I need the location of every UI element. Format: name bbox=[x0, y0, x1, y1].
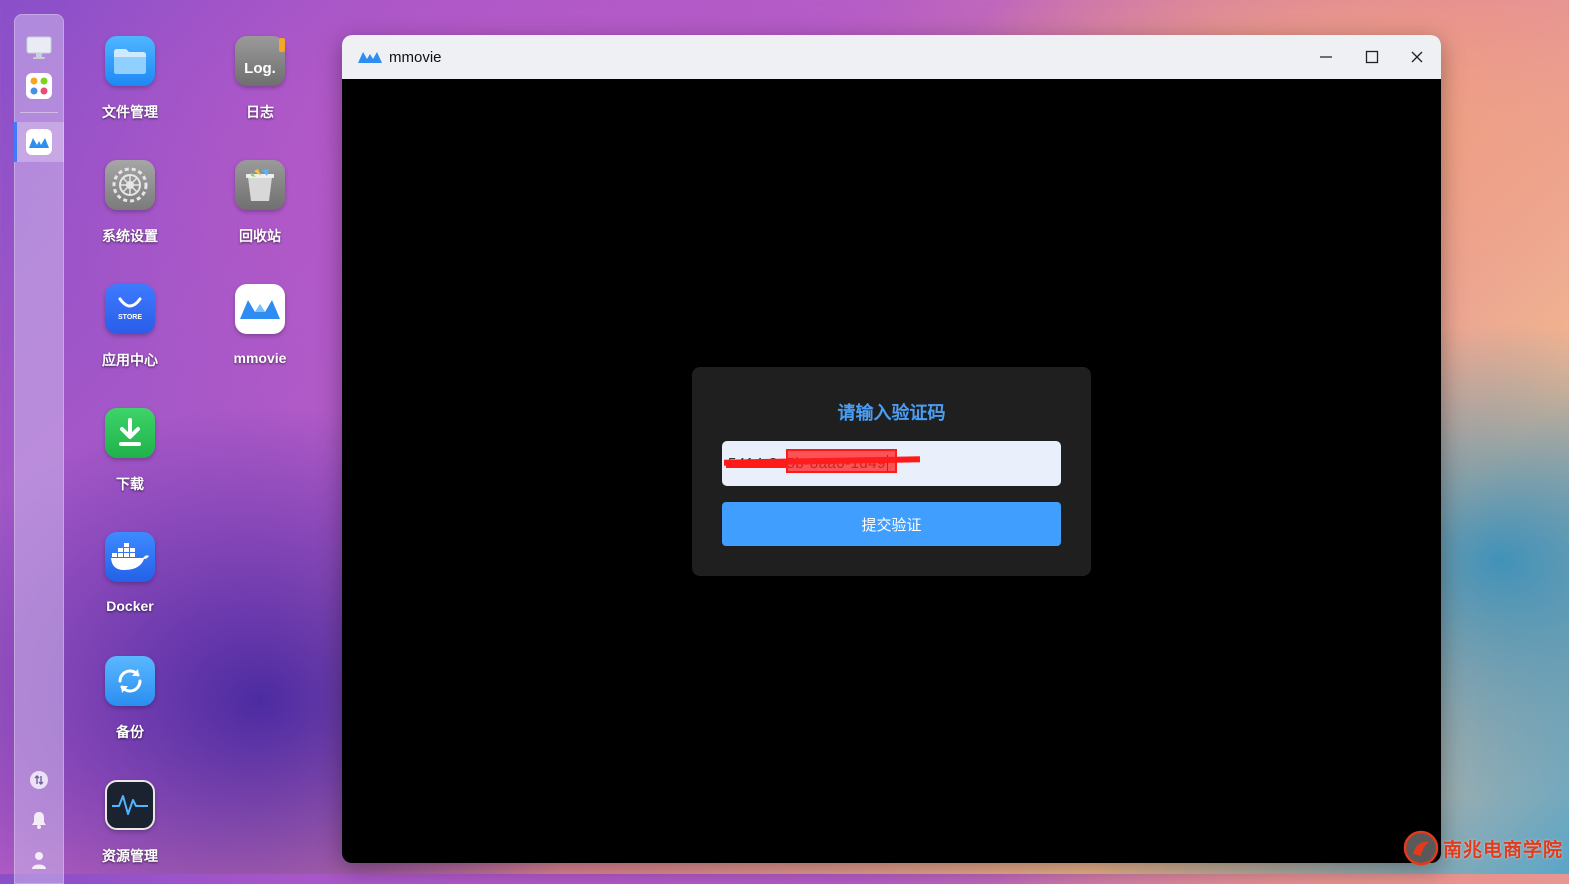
mmovie-logo-icon bbox=[358, 50, 382, 64]
window-title: mmovie bbox=[389, 48, 442, 66]
mmovie-icon bbox=[235, 284, 285, 334]
desktop-icon-label: 备份 bbox=[116, 724, 144, 740]
desktop-icon-label: 资源管理 bbox=[102, 848, 158, 864]
user-icon[interactable] bbox=[23, 844, 55, 876]
dialog-title: 请输入验证码 bbox=[837, 403, 946, 423]
backup-icon bbox=[105, 656, 155, 706]
app-grid-icon[interactable] bbox=[23, 70, 55, 102]
download-icon bbox=[105, 408, 155, 458]
maximize-icon bbox=[1365, 50, 1379, 64]
watermark-logo-icon bbox=[1403, 830, 1439, 866]
desktop-icon-mmovie[interactable]: mmovie bbox=[210, 284, 310, 366]
submit-verification-button[interactable]: 提交验证 bbox=[722, 502, 1061, 546]
desktop-icon-settings[interactable]: 系统设置 bbox=[80, 160, 180, 246]
redaction-box bbox=[786, 449, 897, 473]
desktop-icon-label: 系统设置 bbox=[102, 228, 158, 244]
settings-gear-icon bbox=[105, 160, 155, 210]
desktop-icon-recycle-bin[interactable]: 回收站 bbox=[210, 160, 310, 246]
desktop-icon-label: 日志 bbox=[246, 104, 274, 120]
log-tab-mark bbox=[279, 38, 285, 52]
redaction-mark bbox=[726, 463, 786, 468]
monitor-icon[interactable] bbox=[23, 32, 55, 64]
log-icon: Log. bbox=[235, 36, 285, 86]
bell-icon[interactable] bbox=[23, 804, 55, 836]
desktop-icon-file-manager[interactable]: 文件管理 bbox=[80, 36, 180, 122]
desktop-icon-log[interactable]: Log. 日志 bbox=[210, 36, 310, 122]
desktop-icon-resource-monitor[interactable]: 资源管理 bbox=[80, 780, 180, 866]
desktop-icon-label: 文件管理 bbox=[102, 104, 158, 120]
app-store-icon-text: STORE bbox=[118, 314, 142, 321]
desktop-icon-app-center[interactable]: STORE 应用中心 bbox=[80, 284, 180, 370]
app-store-icon: STORE bbox=[105, 284, 155, 334]
desktop-icon-label: mmovie bbox=[233, 350, 287, 366]
desktop-icon-docker[interactable]: Docker bbox=[80, 532, 180, 614]
resource-monitor-icon bbox=[105, 780, 155, 830]
window-titlebar[interactable]: mmovie bbox=[342, 35, 1441, 79]
close-button[interactable] bbox=[1395, 35, 1439, 79]
transfer-icon[interactable] bbox=[23, 764, 55, 796]
close-icon bbox=[1411, 51, 1423, 63]
desktop-icon-label: 回收站 bbox=[239, 228, 281, 244]
log-icon-text: Log. bbox=[244, 59, 276, 77]
verification-code-input[interactable]: 5414-8e5b-8aa0-1d49 bbox=[722, 441, 1061, 486]
recycle-bin-icon bbox=[235, 160, 285, 210]
watermark: 南兆电商学院 bbox=[1403, 830, 1563, 866]
desktop-icon-label: 应用中心 bbox=[102, 352, 158, 368]
desktop-icon-download[interactable]: 下载 bbox=[80, 408, 180, 494]
desktop-icon-label: 下载 bbox=[116, 476, 144, 492]
verification-dialog: 请输入验证码 5414-8e5b-8aa0-1d49 提交验证 bbox=[692, 367, 1091, 576]
dock-active-indicator bbox=[14, 122, 17, 162]
desktop-icon-label: Docker bbox=[106, 598, 154, 614]
watermark-text: 南兆电商学院 bbox=[1442, 838, 1563, 861]
dock bbox=[14, 14, 64, 884]
minimize-icon bbox=[1320, 56, 1332, 58]
mmovie-dock-icon[interactable] bbox=[23, 126, 55, 158]
minimize-button[interactable] bbox=[1304, 35, 1348, 79]
dock-separator bbox=[20, 112, 58, 113]
folder-icon bbox=[105, 36, 155, 86]
mmovie-window: mmovie 请输入验证码 5414-8e5b-8aa0-1d49 提交验证 bbox=[342, 35, 1441, 863]
maximize-button[interactable] bbox=[1350, 35, 1394, 79]
docker-icon bbox=[105, 532, 155, 582]
desktop-icon-backup[interactable]: 备份 bbox=[80, 656, 180, 742]
